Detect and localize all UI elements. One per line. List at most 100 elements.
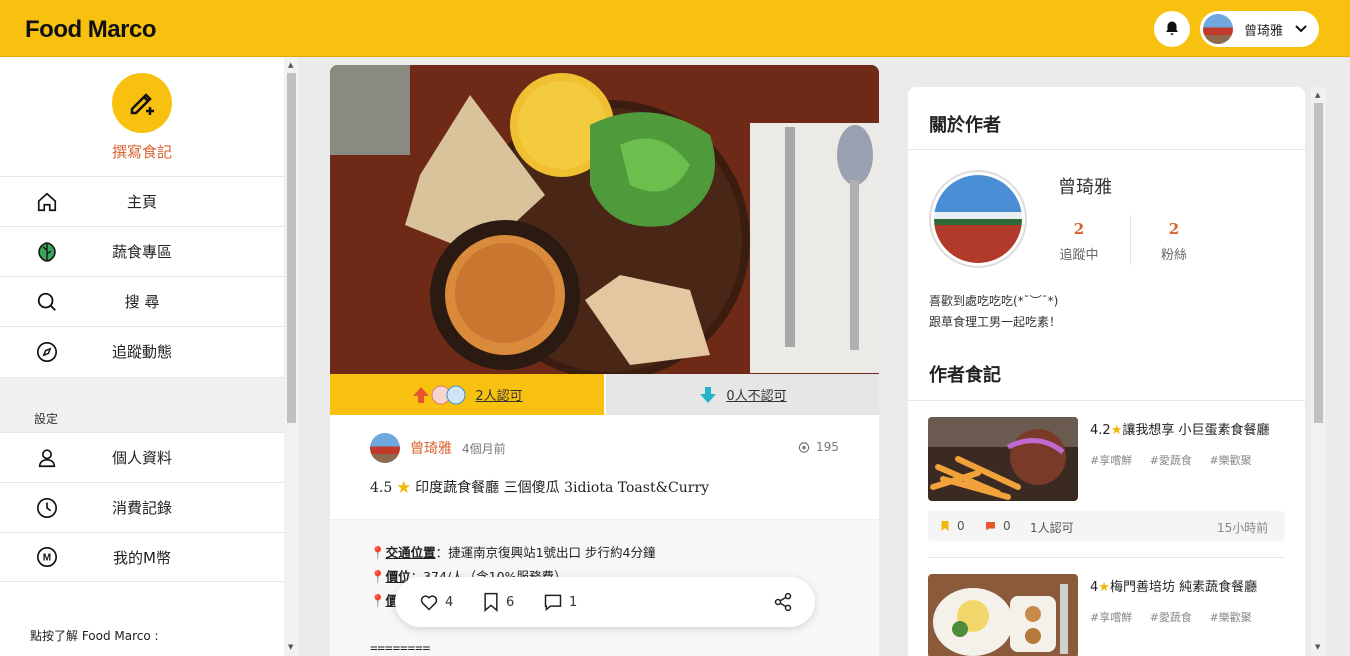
author-avatar[interactable] [929, 170, 1027, 268]
author-post-rating: 4.2 [1090, 423, 1111, 438]
avatar [1203, 14, 1233, 44]
post-title: 4.5 ★ 印度蔬食餐廳 三個傻瓜 3idiota Toast&Curry [370, 477, 709, 497]
downvote-count[interactable]: 0人不認可 [726, 385, 786, 404]
arrow-up-icon [413, 386, 430, 403]
scroll-up-icon[interactable]: ▲ [1315, 91, 1320, 99]
sidebar-item-mcoin[interactable]: M 我的M幣 [0, 532, 284, 582]
sidebar-item-vegetarian[interactable]: 蔬食專區 [0, 226, 284, 276]
author-bio-line: 喜歡到處吃吃吃(*¯︶¯*) [929, 294, 1059, 308]
sidebar-scrollbar[interactable]: ▲ ▼ [284, 57, 299, 656]
body-line-text: ：捷運南京復興站1號出口 步行約4分鐘 [435, 545, 656, 560]
sidebar-item-label: 消費記錄 [111, 499, 172, 517]
comment-icon [986, 522, 995, 531]
tag[interactable]: #樂歡聚 [1209, 611, 1251, 624]
author-post-item[interactable]: 4.2★讓我想享 小巨蛋素食餐廳 #享嚐鮮 #愛蔬食 #樂歡聚 [928, 417, 1285, 507]
post-thumbnail[interactable] [928, 574, 1078, 656]
approver-avatars-icon [431, 385, 466, 404]
divider [928, 557, 1285, 558]
write-post-label[interactable]: 撰寫食記 [0, 141, 284, 162]
author-post-title[interactable]: 4★梅門善培坊 純素蔬食餐廳 [1090, 576, 1257, 595]
sidebar-item-profile[interactable]: 個人資料 [0, 432, 284, 482]
settings-title: 設定 [34, 412, 59, 426]
body-line: 📍價 [370, 590, 398, 609]
author-posts-title: 作者食記 [929, 365, 1001, 386]
top-bar: Food Marco 曾琦雅 [0, 0, 1350, 57]
panel-scrollbar[interactable]: ▲ ▼ [1311, 87, 1326, 656]
upvote-button[interactable]: 2人認可 [330, 374, 604, 415]
following-stat[interactable]: 2 追蹤中 [1049, 220, 1109, 263]
bookmark-count: 0 [957, 519, 965, 533]
post-author-row: 曾琦雅 4個月前 [370, 433, 840, 463]
tag[interactable]: #愛蔬食 [1150, 611, 1192, 624]
avatar[interactable] [370, 433, 400, 463]
post-card: 2人認可 0人不認可 曾琦雅 4個月前 195 4.5 ★ 印度蔬食餐廳 三個傻… [330, 65, 879, 656]
body-separator: ======== [370, 640, 431, 655]
like-count: 4 [445, 594, 454, 610]
tag[interactable]: #愛蔬食 [1150, 454, 1192, 467]
like-button[interactable]: 4 [419, 592, 453, 612]
sidebar-item-label: 個人資料 [111, 449, 172, 467]
bookmark-count: 6 [506, 594, 515, 610]
followers-label: 粉絲 [1160, 248, 1187, 263]
bookmark-icon [484, 592, 498, 612]
author-name[interactable]: 曾琦雅 [1058, 173, 1112, 199]
author-bio-line: 跟草食理工男一起吃素！ [929, 315, 1062, 329]
comment-count: 1 [569, 594, 578, 610]
upvote-count[interactable]: 2人認可 [475, 385, 522, 404]
scroll-up-icon[interactable]: ▲ [288, 61, 293, 69]
author-post-stats: 0 0 1人認可 15小時前 [928, 511, 1285, 541]
author-post-title-text: 讓我想享 小巨蛋素食餐廳 [1122, 423, 1270, 438]
scroll-down-icon[interactable]: ▼ [288, 643, 293, 651]
post-photo[interactable] [330, 65, 879, 374]
sidebar-item-home[interactable]: 主頁 [0, 176, 284, 226]
downvote-button[interactable]: 0人不認可 [606, 374, 879, 415]
tag-list: #享嚐鮮 #愛蔬食 #樂歡聚 [1090, 452, 1266, 468]
sidebar-item-following[interactable]: 追蹤動態 [0, 326, 284, 376]
scrollbar-thumb[interactable] [287, 73, 296, 423]
following-label: 追蹤中 [1059, 248, 1099, 263]
post-time: 4個月前 [462, 441, 506, 456]
tag[interactable]: #享嚐鮮 [1090, 611, 1132, 624]
pin-icon: 📍 [370, 545, 386, 560]
bookmark-icon [941, 521, 949, 531]
star-icon: ★ [396, 480, 411, 496]
vote-row: 2人認可 0人不認可 [330, 374, 879, 415]
followers-stat[interactable]: 2 粉絲 [1144, 220, 1204, 263]
sidebar-item-history[interactable]: 消費記錄 [0, 482, 284, 532]
share-icon [774, 592, 792, 612]
stat-divider [1130, 215, 1131, 265]
following-count: 2 [1073, 220, 1085, 238]
star-icon: ★ [1110, 423, 1123, 438]
author-post-time: 15小時前 [1217, 521, 1269, 535]
author-post-title[interactable]: 4.2★讓我想享 小巨蛋素食餐廳 [1090, 419, 1269, 438]
followers-count: 2 [1168, 220, 1180, 238]
author-post-item[interactable]: 4★梅門善培坊 純素蔬食餐廳 #享嚐鮮 #愛蔬食 #樂歡聚 [928, 574, 1285, 656]
share-button[interactable] [773, 592, 793, 612]
logo[interactable]: Food Marco [25, 16, 157, 44]
tag[interactable]: #享嚐鮮 [1090, 454, 1132, 467]
bookmark-button[interactable]: 6 [482, 592, 514, 612]
body-line-label: 交通位置 [385, 545, 436, 560]
about-author-title: 關於作者 [929, 115, 1001, 136]
post-rating: 4.5 [370, 480, 393, 496]
star-icon: ★ [1098, 580, 1110, 595]
about-link-text[interactable]: 點按了解 Food Marco : [30, 627, 159, 644]
pin-icon: 📍 [370, 569, 386, 584]
post-thumbnail[interactable] [928, 417, 1078, 501]
comment-button[interactable]: 1 [543, 592, 577, 612]
comment-stat[interactable]: 0 [984, 519, 1011, 533]
sidebar-item-label: 蔬食專區 [111, 243, 172, 261]
bookmark-stat[interactable]: 0 [940, 519, 965, 533]
scroll-down-icon[interactable]: ▼ [1315, 643, 1320, 651]
body-line: 📍交通位置：捷運南京復興站1號出口 步行約4分鐘 [370, 542, 655, 561]
tag[interactable]: #樂歡聚 [1209, 454, 1251, 467]
user-name: 曾琦雅 [1244, 23, 1284, 39]
sidebar-item-search[interactable]: 搜 尋 [0, 276, 284, 326]
notification-bell-icon[interactable] [1154, 11, 1190, 47]
author-name[interactable]: 曾琦雅 [410, 438, 452, 458]
approval-count: 1人認可 [1030, 521, 1074, 535]
user-menu[interactable]: 曾琦雅 [1200, 11, 1319, 47]
write-post-button[interactable] [112, 73, 172, 133]
scrollbar-thumb[interactable] [1314, 103, 1323, 423]
post-action-bar: 4 6 1 [395, 577, 815, 627]
